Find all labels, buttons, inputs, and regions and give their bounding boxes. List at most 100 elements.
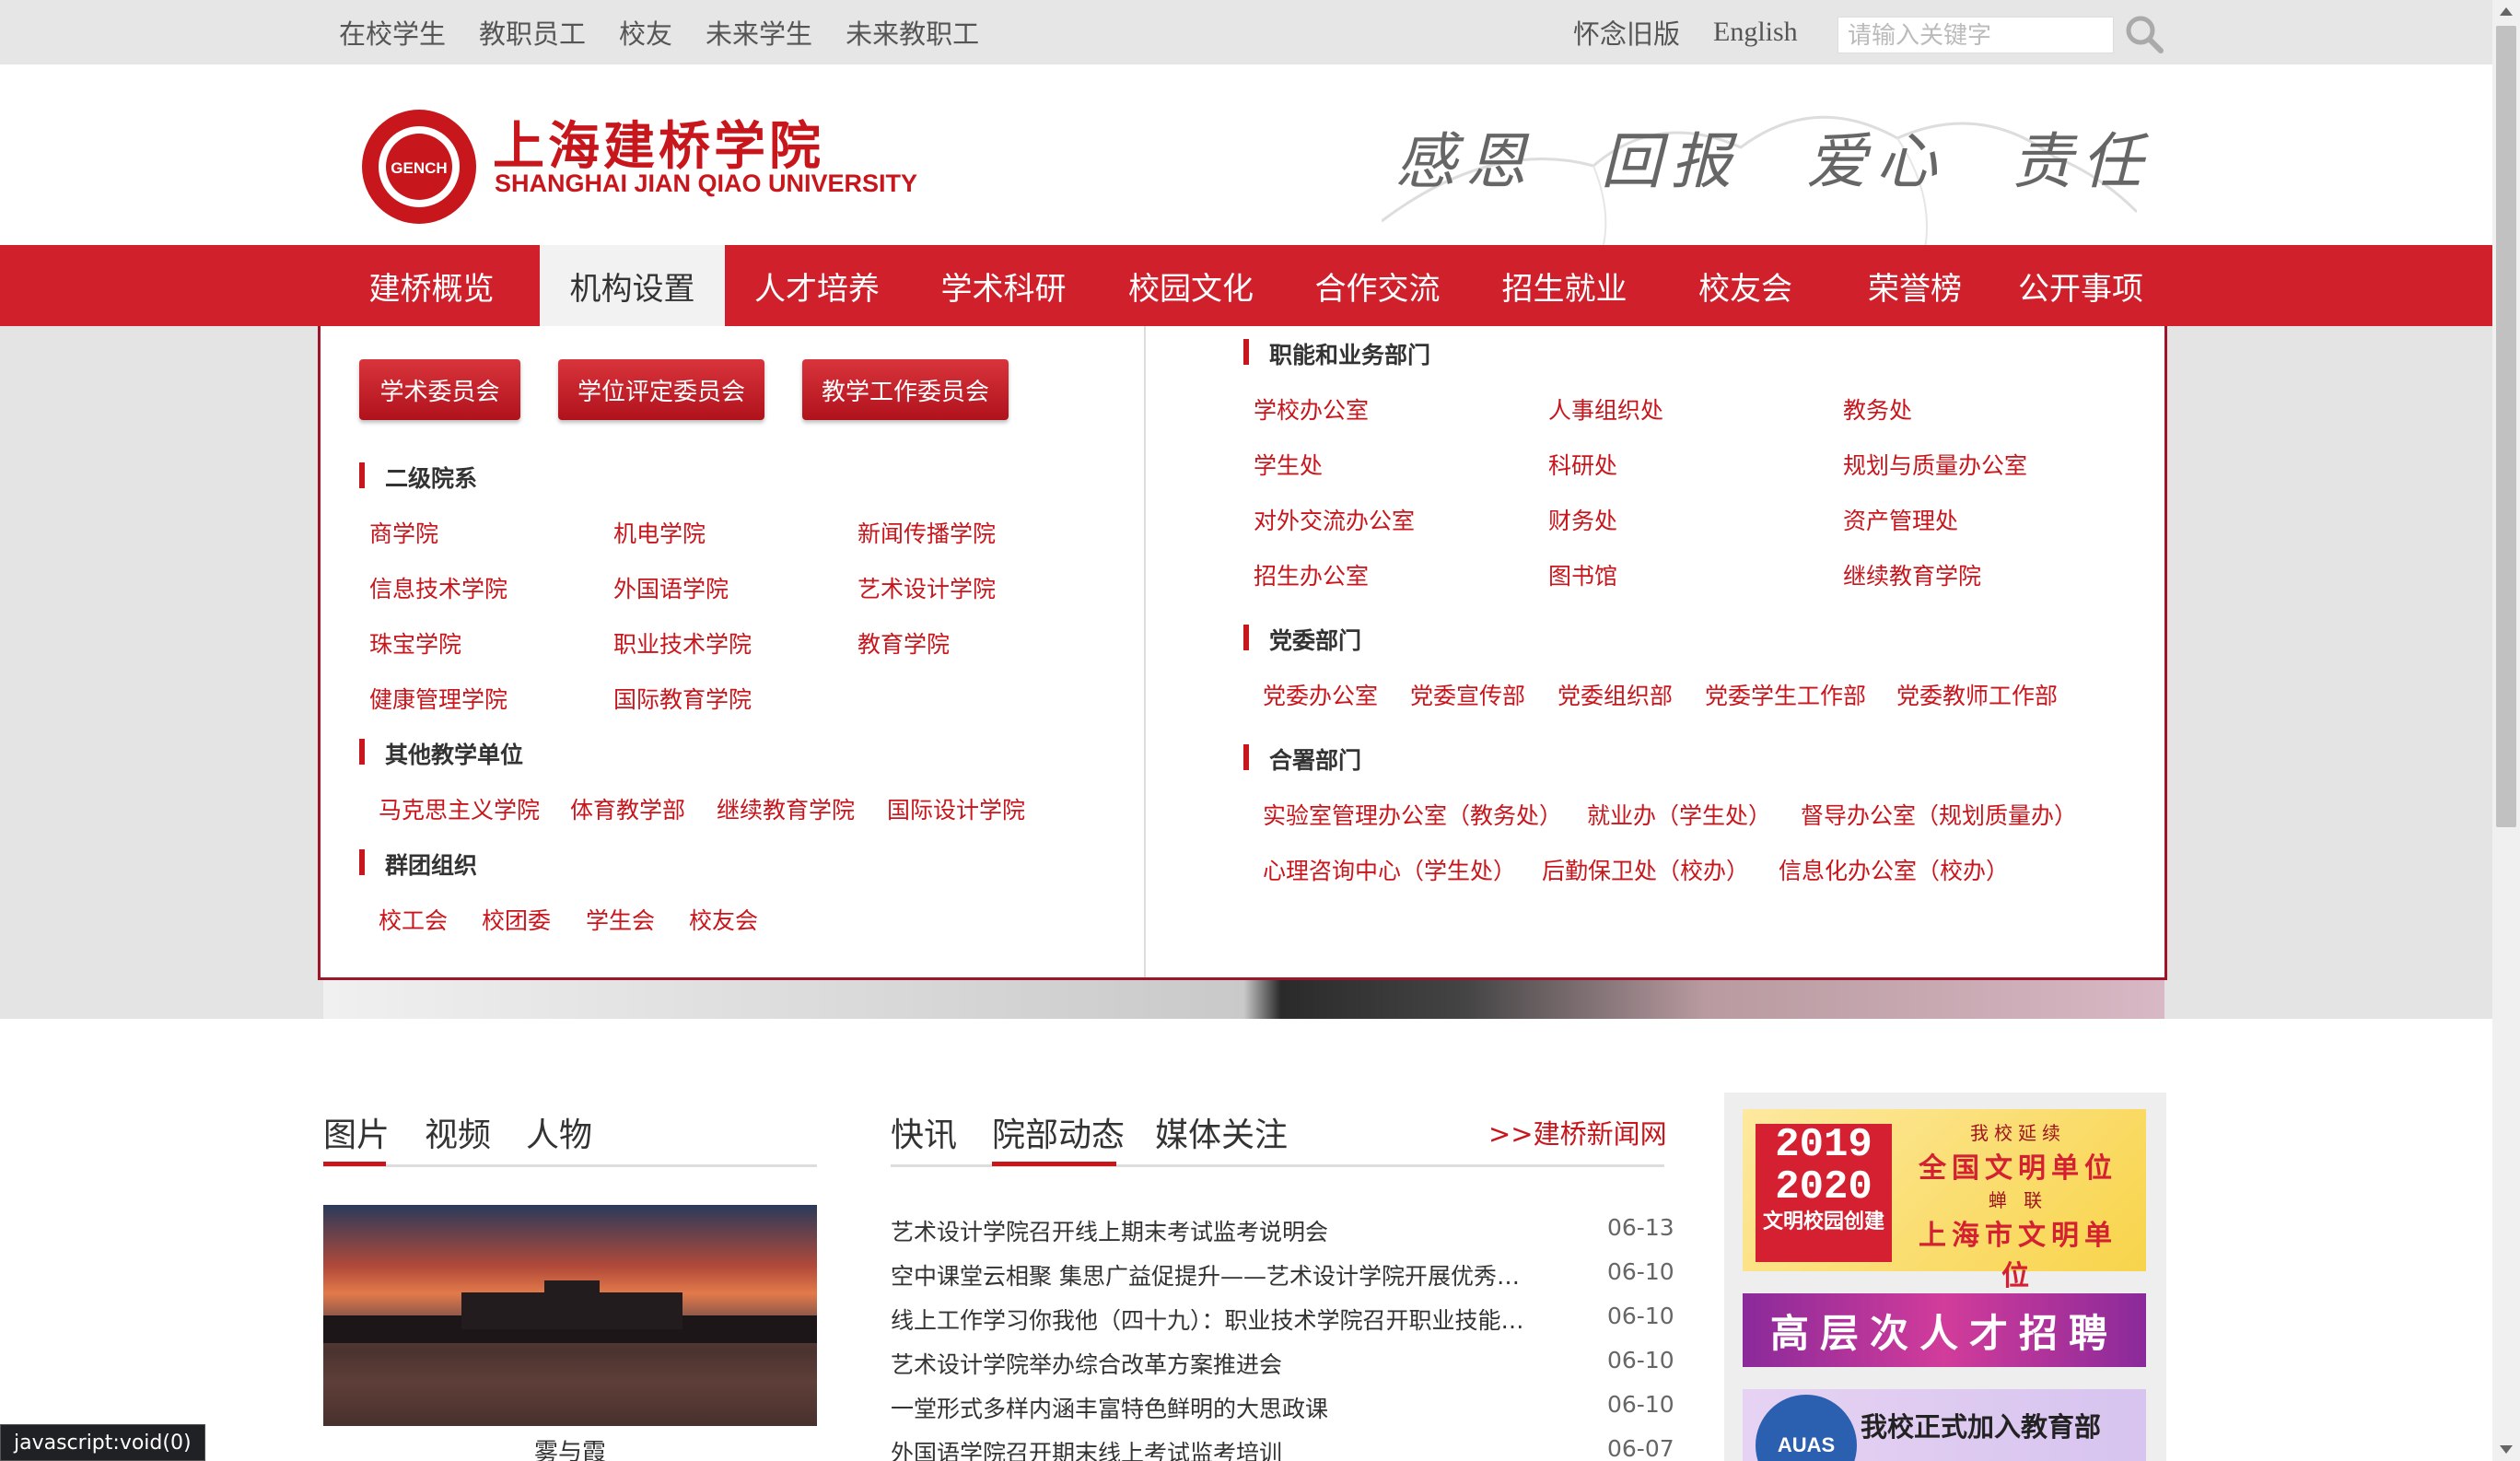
site-header: GENCH 上海建桥学院 SHANGHAI JIAN QIAO UNIVERSI… bbox=[0, 64, 2492, 245]
school-link[interactable]: 健康管理学院 bbox=[369, 682, 508, 715]
search-input[interactable]: 请输入关键字 bbox=[1838, 17, 2114, 53]
functional-dept-link[interactable]: 资产管理处 bbox=[1843, 503, 1958, 536]
joint-dept-link[interactable]: 实验室管理办公室（教务处） bbox=[1263, 798, 1562, 831]
degree-committee-button[interactable]: 学位评定委员会 bbox=[558, 359, 764, 420]
link-future-students[interactable]: 未来学生 bbox=[706, 13, 812, 52]
old-version-link[interactable]: 怀念旧版 bbox=[1573, 13, 1680, 52]
nav-research[interactable]: 学术科研 bbox=[909, 245, 1098, 326]
news-item-date: 06-10 bbox=[1607, 1303, 1674, 1329]
tab-photos[interactable]: 图片 bbox=[323, 1108, 390, 1156]
photo-caption[interactable]: 雾与霞 bbox=[534, 1433, 606, 1461]
link-alumni[interactable]: 校友 bbox=[619, 13, 672, 52]
tab-videos[interactable]: 视频 bbox=[425, 1108, 491, 1156]
school-link[interactable]: 教育学院 bbox=[858, 626, 950, 660]
campus-silhouette bbox=[323, 1280, 817, 1426]
school-link[interactable]: 国际教育学院 bbox=[613, 682, 752, 715]
school-link[interactable]: 信息技术学院 bbox=[369, 571, 508, 604]
school-link[interactable]: 艺术设计学院 bbox=[858, 571, 996, 604]
university-name-cn[interactable]: 上海建桥学院 bbox=[493, 105, 824, 180]
scroll-up-arrow-icon[interactable] bbox=[2500, 7, 2513, 16]
joint-dept-link[interactable]: 就业办（学生处） bbox=[1587, 798, 1771, 831]
party-dept-link[interactable]: 党委教师工作部 bbox=[1896, 678, 2058, 711]
joint-dept-link[interactable]: 督导办公室（规划质量办） bbox=[1801, 798, 2077, 831]
browser-status-bar: javascript:void(0) bbox=[0, 1424, 205, 1461]
nav-cooperation[interactable]: 合作交流 bbox=[1284, 245, 1471, 326]
banner-years-caption: 文明校园创建 bbox=[1762, 1210, 1884, 1233]
page-scrollbar[interactable] bbox=[2492, 0, 2520, 1461]
school-link[interactable]: 外国语学院 bbox=[613, 571, 729, 604]
tab-flash-news[interactable]: 快讯 bbox=[891, 1108, 957, 1156]
teaching-committee-button[interactable]: 教学工作委员会 bbox=[802, 359, 1009, 420]
other-unit-link[interactable]: 马克思主义学院 bbox=[379, 792, 540, 825]
scroll-down-arrow-icon[interactable] bbox=[2500, 1445, 2513, 1454]
tab-media-coverage[interactable]: 媒体关注 bbox=[1155, 1108, 1288, 1156]
link-staff[interactable]: 教职员工 bbox=[479, 13, 586, 52]
civilization-unit-banner[interactable]: 2019 2020 文明校园创建 我校延续 全国文明单位 蝉 联 上海市文明单位 bbox=[1743, 1109, 2146, 1292]
functional-dept-link[interactable]: 招生办公室 bbox=[1254, 558, 1369, 591]
talent-recruitment-banner[interactable]: 高层次人才招聘 bbox=[1743, 1293, 2146, 1367]
joint-dept-link[interactable]: 心理咨询中心（学生处） bbox=[1263, 853, 1516, 886]
news-item-title[interactable]: 空中课堂云相聚 集思广益促提升——艺术设计学院开展优秀线上教学经验分享 bbox=[891, 1258, 1535, 1292]
functional-dept-link[interactable]: 图书馆 bbox=[1548, 558, 1617, 591]
other-unit-link[interactable]: 继续教育学院 bbox=[717, 792, 855, 825]
school-link[interactable]: 职业技术学院 bbox=[613, 626, 752, 660]
functional-dept-link[interactable]: 科研处 bbox=[1548, 448, 1617, 481]
functional-dept-link[interactable]: 学生处 bbox=[1254, 448, 1323, 481]
group-link[interactable]: 校友会 bbox=[689, 903, 758, 936]
nav-honors[interactable]: 荣誉榜 bbox=[1833, 245, 1997, 326]
nav-organization[interactable]: 机构设置 bbox=[540, 245, 725, 326]
group-link[interactable]: 校工会 bbox=[379, 903, 448, 936]
party-dept-link[interactable]: 党委宣传部 bbox=[1410, 678, 1525, 711]
school-link[interactable]: 机电学院 bbox=[613, 516, 706, 549]
nav-overview[interactable]: 建桥概览 bbox=[323, 245, 540, 326]
banner-line-1: 我校延续 bbox=[1970, 1122, 2066, 1144]
news-site-link[interactable]: >>建桥新闻网 bbox=[1488, 1113, 1667, 1151]
organization-dropdown: 学术委员会 学位评定委员会 教学工作委员会 二级院系 商学院 机电学院 新闻传播… bbox=[318, 326, 2167, 980]
other-unit-link[interactable]: 国际设计学院 bbox=[887, 792, 1025, 825]
nav-campus-culture[interactable]: 校园文化 bbox=[1098, 245, 1284, 326]
functional-dept-link[interactable]: 财务处 bbox=[1548, 503, 1617, 536]
functional-dept-link[interactable]: 对外交流办公室 bbox=[1254, 503, 1415, 536]
other-unit-link[interactable]: 体育教学部 bbox=[570, 792, 685, 825]
university-seal-icon[interactable]: GENCH bbox=[359, 107, 479, 227]
banner-honor-text: 我校延续 全国文明单位 蝉 联 上海市文明单位 bbox=[1903, 1118, 2133, 1293]
party-dept-link[interactable]: 党委组织部 bbox=[1558, 678, 1673, 711]
english-link[interactable]: English bbox=[1713, 17, 1798, 48]
party-dept-link[interactable]: 党委办公室 bbox=[1263, 678, 1378, 711]
scrollbar-thumb[interactable] bbox=[2496, 26, 2516, 827]
nav-alumni[interactable]: 校友会 bbox=[1658, 245, 1833, 326]
nav-admission[interactable]: 招生就业 bbox=[1471, 245, 1658, 326]
link-future-staff[interactable]: 未来教职工 bbox=[846, 13, 979, 52]
auas-membership-banner[interactable]: AUAS 我校正式加入教育部 bbox=[1743, 1389, 2146, 1461]
featured-photo[interactable] bbox=[323, 1205, 817, 1426]
school-link[interactable]: 商学院 bbox=[369, 516, 438, 549]
tab-people[interactable]: 人物 bbox=[526, 1108, 592, 1156]
news-item-title[interactable]: 外国语学院召开期末线上考试监考培训 bbox=[891, 1435, 1535, 1461]
functional-dept-link[interactable]: 规划与质量办公室 bbox=[1843, 448, 2027, 481]
functional-dept-link[interactable]: 人事组织处 bbox=[1548, 392, 1663, 426]
banner-line-2: 全国文明单位 bbox=[1919, 1152, 2118, 1185]
media-active-tab-indicator bbox=[323, 1162, 386, 1166]
news-item-title[interactable]: 艺术设计学院举办综合改革方案推进会 bbox=[891, 1347, 1535, 1380]
group-link[interactable]: 校团委 bbox=[482, 903, 551, 936]
news-item-title[interactable]: 艺术设计学院召开线上期末考试监考说明会 bbox=[891, 1214, 1535, 1247]
functional-dept-link[interactable]: 教务处 bbox=[1843, 392, 1912, 426]
school-link[interactable]: 新闻传播学院 bbox=[858, 516, 996, 549]
nav-education[interactable]: 人才培养 bbox=[725, 245, 909, 326]
news-item-title[interactable]: 一堂形式多样内涵丰富特色鲜明的大思政课 bbox=[891, 1391, 1535, 1424]
party-dept-link[interactable]: 党委学生工作部 bbox=[1705, 678, 1866, 711]
nav-public-affairs[interactable]: 公开事项 bbox=[1997, 245, 2164, 326]
link-current-students[interactable]: 在校学生 bbox=[339, 13, 446, 52]
academic-committee-button[interactable]: 学术委员会 bbox=[359, 359, 520, 420]
news-item-title[interactable]: 线上工作学习你我他（四十九）：职业技术学院召开职业技能等级证书工作会议 bbox=[891, 1303, 1535, 1336]
joint-dept-link[interactable]: 后勤保卫处（校办） bbox=[1542, 853, 1749, 886]
functional-dept-link[interactable]: 继续教育学院 bbox=[1843, 558, 1981, 591]
school-link[interactable]: 珠宝学院 bbox=[369, 626, 461, 660]
functional-dept-link[interactable]: 学校办公室 bbox=[1254, 392, 1369, 426]
group-link[interactable]: 学生会 bbox=[586, 903, 655, 936]
joint-dept-link[interactable]: 信息化办公室（校办） bbox=[1779, 853, 2009, 886]
search-icon[interactable] bbox=[2123, 13, 2165, 55]
groups-title: 群团组织 bbox=[359, 847, 477, 881]
tab-department-news[interactable]: 院部动态 bbox=[992, 1108, 1125, 1156]
news-item-date: 06-10 bbox=[1607, 1258, 1674, 1285]
